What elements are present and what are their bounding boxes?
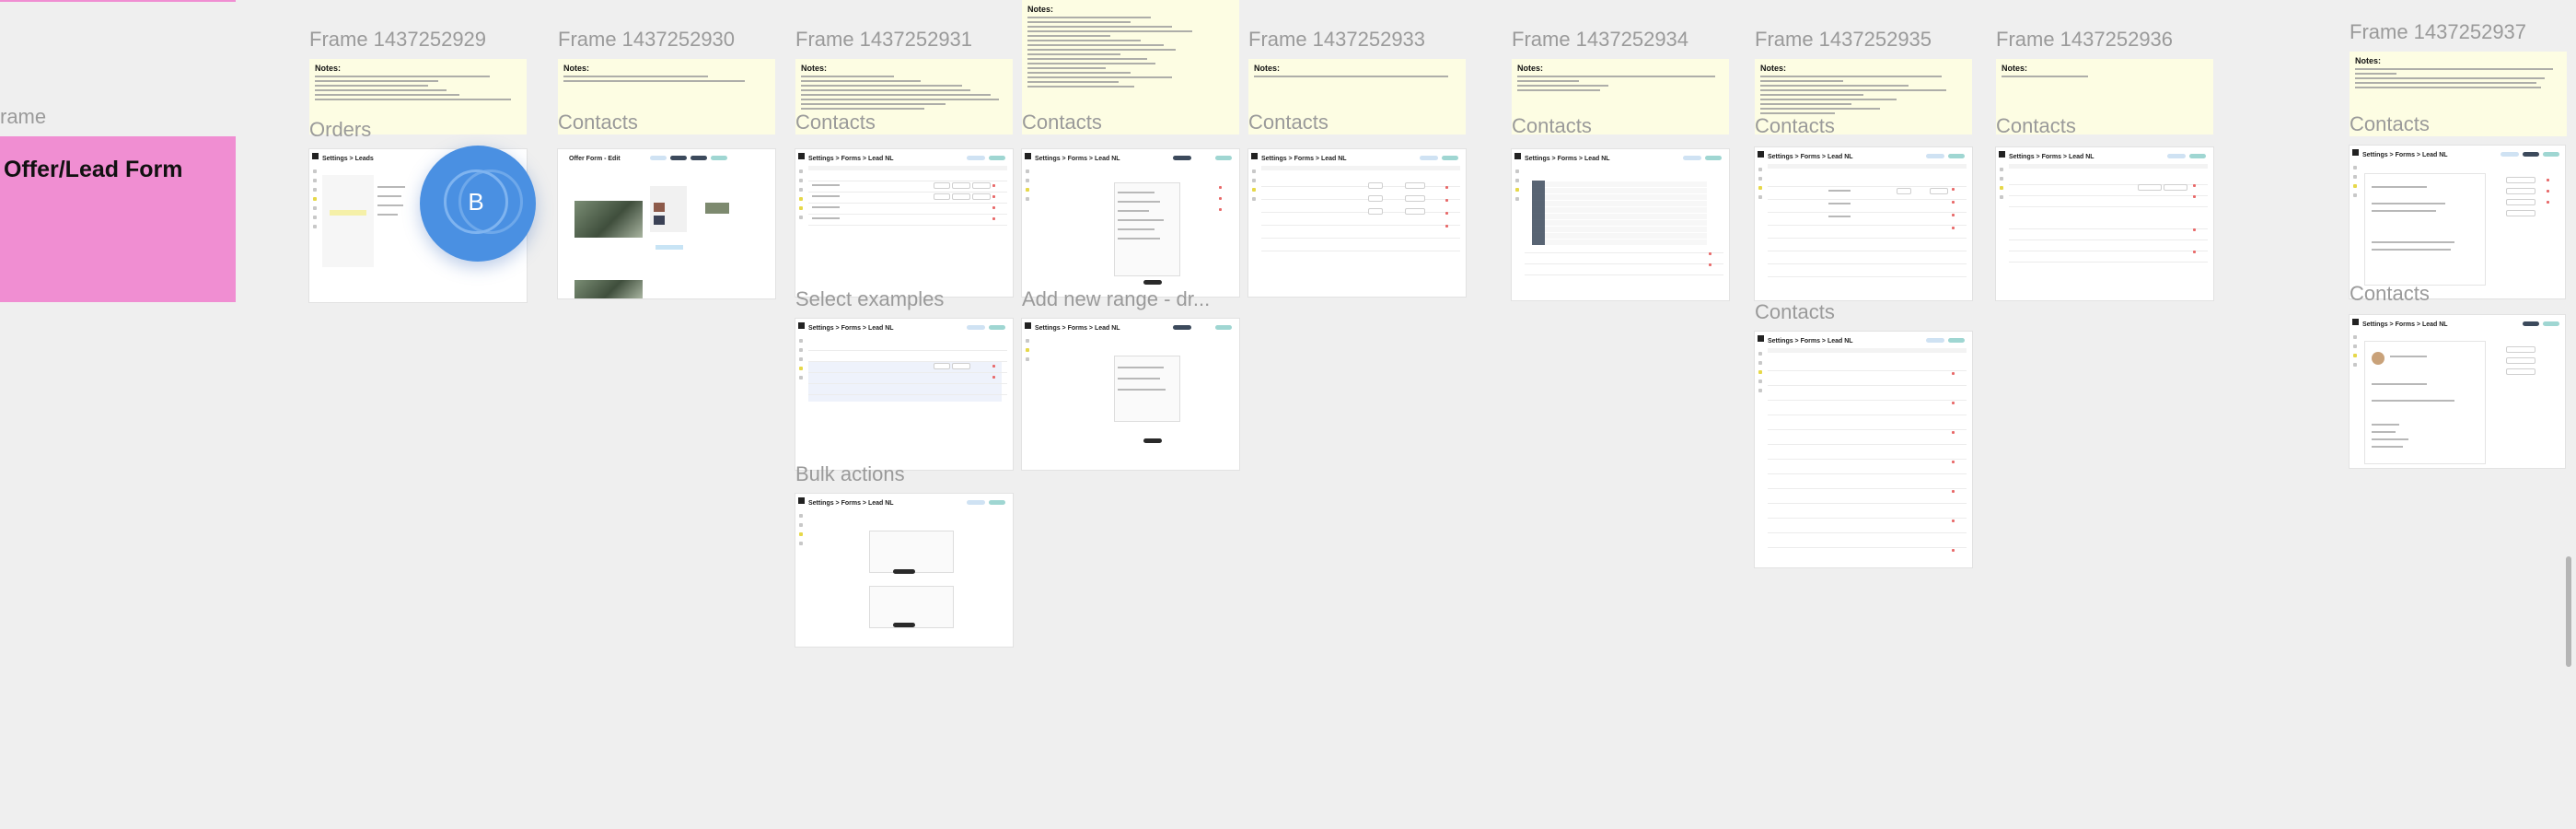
breadcrumb: Settings > Forms > Lead NL (808, 500, 894, 507)
frame-label-left: rame (0, 105, 47, 128)
breadcrumb: Settings > Forms > Lead NL (1768, 154, 1853, 160)
app-logo-icon (798, 497, 805, 504)
notes-title: Notes: (2355, 56, 2382, 65)
app-logo-icon (1514, 153, 1521, 159)
section-label: Contacts (1996, 114, 2076, 137)
frame-title[interactable]: Frame 1437252936 (1996, 28, 2173, 52)
notes-title: Notes: (2002, 64, 2028, 73)
breadcrumb: Settings > Forms > Lead NL (808, 156, 894, 162)
breadcrumb: Settings > Forms > Lead NL (1035, 156, 1120, 162)
breadcrumb: Settings > Forms > Lead NL (1261, 156, 1347, 162)
screenshot-thumbnail[interactable]: Offer Form - Edit (558, 149, 775, 298)
screenshot-thumbnail[interactable]: Settings > Forms > Lead NL (2350, 315, 2565, 468)
gallery-image (574, 280, 643, 298)
screenshot-thumbnail[interactable]: Settings > Forms > Lead NL (1022, 319, 1239, 470)
frame-title[interactable]: Frame 1437252929 (309, 28, 486, 52)
screenshot-thumbnail[interactable]: Settings > Forms > Lead NL (795, 494, 1013, 647)
app-logo-icon (798, 322, 805, 329)
breadcrumb: Settings > Forms > Lead NL (1525, 156, 1610, 162)
section-label: Add new range - dr... (1022, 287, 1211, 310)
frame-title[interactable]: Frame 1437252935 (1755, 28, 1932, 52)
screenshot-thumbnail[interactable]: Settings > Forms > Lead NL (795, 149, 1013, 297)
screenshot-thumbnail[interactable]: Settings > Forms > Lead NL (1755, 147, 1972, 300)
collaborator-avatar[interactable]: B (420, 146, 536, 262)
screenshot-thumbnail[interactable]: Settings > Forms > Lead NL (1996, 147, 2213, 300)
section-label: Contacts (2350, 282, 2430, 305)
screenshot-thumbnail[interactable]: Settings > Forms > Lead NL (1512, 149, 1729, 300)
breadcrumb: Settings > Forms > Lead NL (2362, 152, 2448, 158)
section-label: Bulk actions (795, 462, 905, 485)
breadcrumb: Settings > Forms > Lead NL (2362, 321, 2448, 328)
frame-title[interactable]: Frame 1437252931 (795, 28, 972, 52)
section-label: Contacts (2350, 112, 2430, 135)
breadcrumb: Offer Form - Edit (569, 156, 621, 162)
screenshot-thumbnail[interactable]: Settings > Forms > Lead NL (1022, 149, 1239, 297)
selection-bar (0, 0, 236, 2)
frame-title[interactable]: Frame 1437252934 (1512, 28, 1688, 52)
app-logo-icon (1999, 151, 2005, 158)
gallery-image (574, 201, 643, 238)
app-logo-icon (1025, 153, 1031, 159)
frame-title[interactable]: Frame 1437252933 (1248, 28, 1425, 52)
section-label: Contacts (795, 111, 876, 134)
canvas-scrollbar-track[interactable] (2565, 0, 2572, 829)
notes-title: Notes: (1254, 64, 1281, 73)
app-logo-icon (312, 153, 319, 159)
section-label: Select examples (795, 287, 945, 310)
section-label: Contacts (558, 111, 638, 134)
notes-title: Notes: (801, 64, 828, 73)
notes-title: Notes: (563, 64, 590, 73)
app-logo-icon (1025, 322, 1031, 329)
breadcrumb: Settings > Forms > Lead NL (1035, 325, 1120, 332)
section-label: Orders (309, 118, 372, 141)
notes-title: Notes: (1027, 5, 1054, 14)
frame-title[interactable]: Frame 1437252937 (2350, 20, 2526, 44)
section-label: Contacts (1755, 114, 1835, 137)
notes-title: Notes: (1517, 64, 1544, 73)
canvas-scrollbar-thumb[interactable] (2566, 556, 2571, 667)
breadcrumb: Settings > Forms > Lead NL (1768, 338, 1853, 344)
breadcrumb: Settings > Forms > Lead NL (808, 325, 894, 332)
section-label: Contacts (1248, 111, 1329, 134)
app-logo-icon (798, 153, 805, 159)
avatar-initial: B (468, 188, 484, 216)
screenshot-thumbnail[interactable]: Settings > Forms > Lead NL (1248, 149, 1466, 297)
offer-lead-form-title: Offer/Lead Form (4, 157, 183, 182)
notes-title: Notes: (315, 64, 342, 73)
section-label: Contacts (1755, 300, 1835, 323)
app-logo-icon (1758, 335, 1764, 342)
breadcrumb: Settings > Forms > Lead NL (2009, 154, 2094, 160)
screenshot-thumbnail[interactable]: Settings > Forms > Lead NL (795, 319, 1013, 470)
app-logo-icon (2352, 149, 2359, 156)
section-label: Contacts (1512, 114, 1592, 137)
section-label: Contacts (1022, 111, 1102, 134)
app-logo-icon (1758, 151, 1764, 158)
frame-title[interactable]: Frame 1437252930 (558, 28, 735, 52)
screenshot-thumbnail[interactable]: Settings > Forms > Lead NL (1755, 332, 1972, 567)
offer-lead-form-frame[interactable]: Offer/Lead Form (0, 136, 236, 302)
screenshot-thumbnail[interactable]: Settings > Forms > Lead NL (2350, 146, 2565, 298)
app-logo-icon (2352, 319, 2359, 325)
notes-title: Notes: (1760, 64, 1787, 73)
app-logo-icon (1251, 153, 1258, 159)
breadcrumb: Settings > Leads (322, 156, 374, 162)
